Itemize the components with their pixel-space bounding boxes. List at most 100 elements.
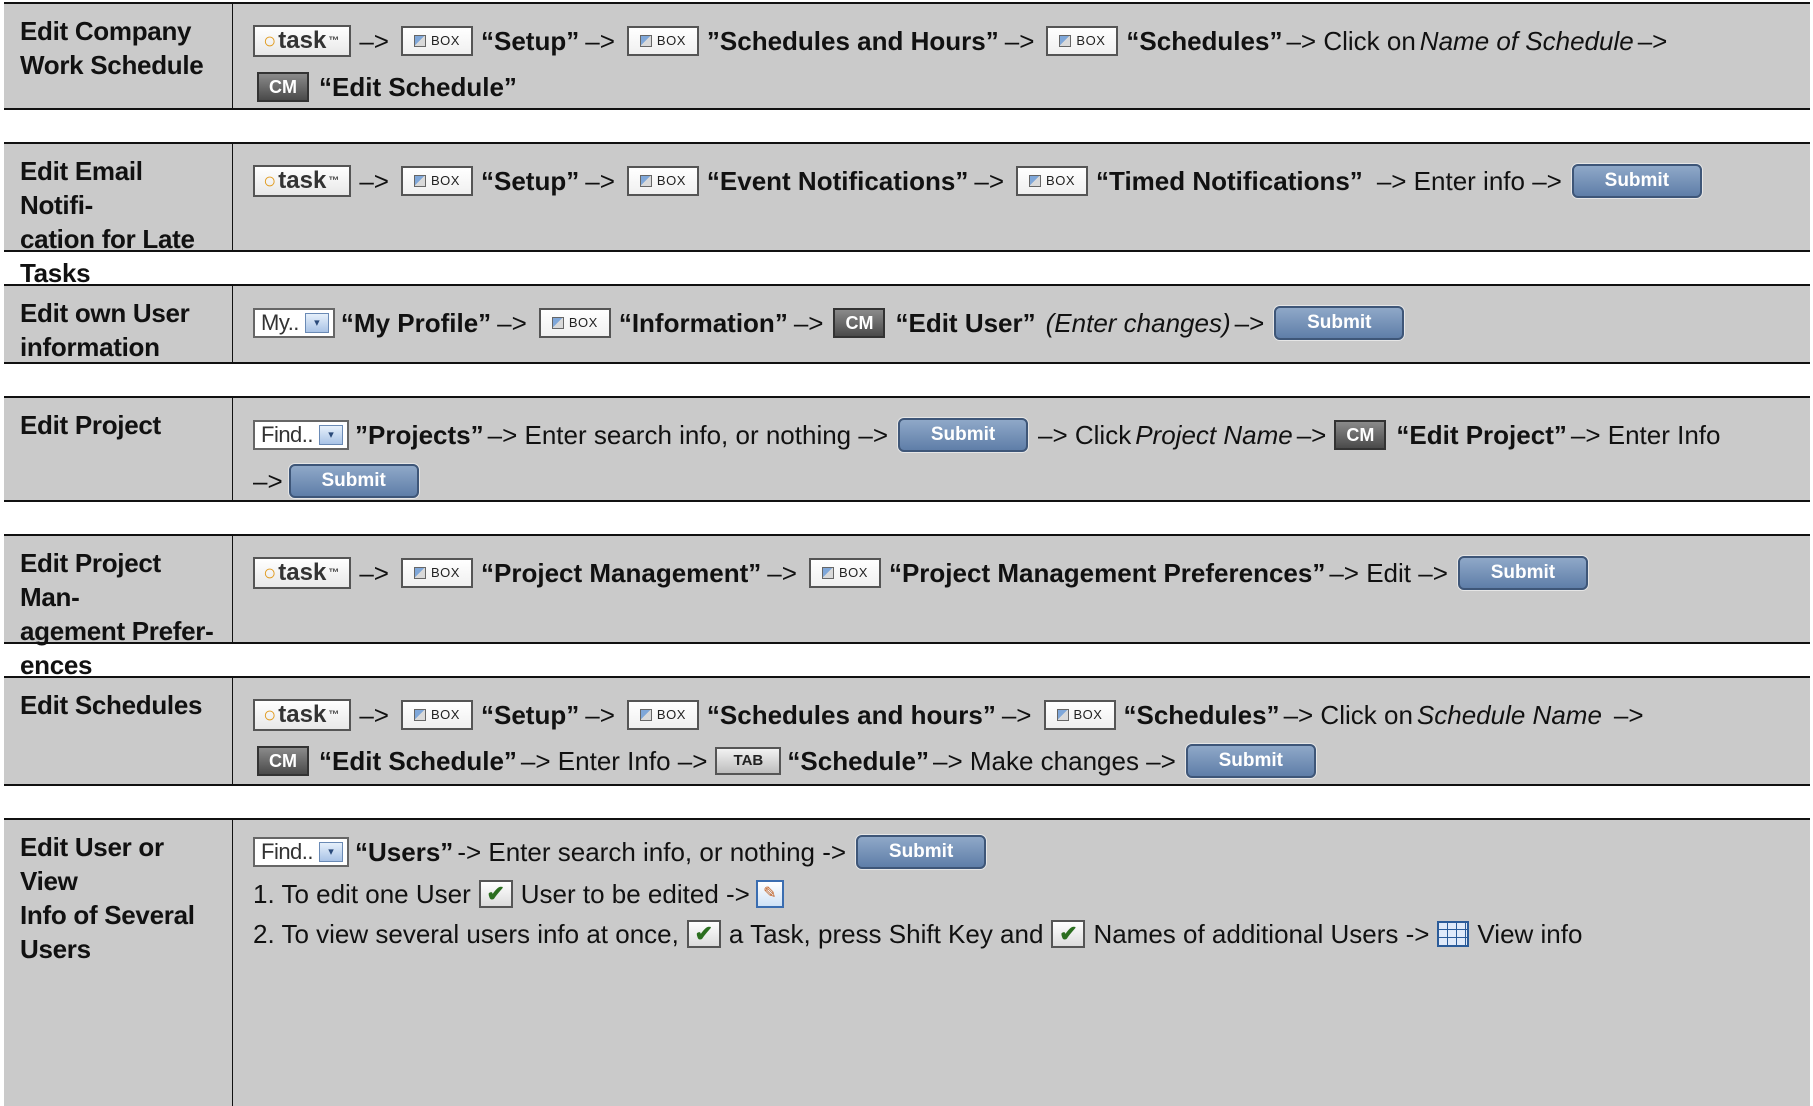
arrow-text: –>: [497, 308, 527, 338]
arrow-text: –>: [585, 700, 615, 730]
box-icon[interactable]: BOX: [1046, 26, 1119, 56]
dropdown-arrow-icon: ▾: [304, 313, 329, 333]
entry-label: Edit User or View Info of Several Users: [4, 820, 233, 1106]
step-text: View info: [1477, 919, 1583, 949]
step-text: –>: [253, 466, 283, 496]
path-item: “Event Notifications”: [706, 166, 969, 196]
arrow-text: –>: [359, 26, 389, 56]
entry-steps: My.. ▾ “My Profile” –> BOX “Information” …: [233, 286, 1810, 362]
checkbox-icon[interactable]: ✔: [478, 880, 513, 908]
submit-button[interactable]: Submit: [288, 464, 419, 498]
entry-edit-schedules: Edit Schedules ○ task ™ –> BOX “Setup” –> …: [4, 676, 1810, 786]
find-dropdown[interactable]: Find.. ▾: [253, 420, 350, 450]
entry-label-line: Edit Project: [20, 410, 161, 440]
task-button-icon[interactable]: ○ task ™: [253, 25, 352, 57]
arrow-text: –>: [1004, 26, 1035, 56]
entry-label-line: Edit Email Notifi-: [20, 156, 143, 220]
steps-line: ○ task ™ –> BOX “Project Management” –> BO…: [253, 548, 1798, 598]
entry-label: Edit Project: [4, 398, 233, 500]
cm-icon[interactable]: CM: [1334, 420, 1387, 450]
box-icon[interactable]: BOX: [1016, 166, 1089, 196]
entry-label-line: Work Schedule: [20, 50, 204, 80]
box-icon[interactable]: BOX: [401, 558, 473, 588]
path-item: “Edit User”: [895, 308, 1036, 338]
step-text: –> Enter search info, or nothing –>: [487, 420, 889, 450]
path-item: “Schedules and hours”: [706, 700, 996, 730]
arrow-text: –>: [585, 26, 615, 56]
steps-line: Find.. ▾ ”Projects” –> Enter search info,…: [253, 410, 1798, 460]
path-item: “Setup”: [481, 166, 580, 196]
entry-label: Edit Company Work Schedule: [4, 4, 233, 108]
find-dropdown[interactable]: Find.. ▾: [253, 837, 350, 867]
box-icon[interactable]: BOX: [538, 308, 611, 338]
entry-edit-project-management-preferences: Edit Project Man- agement Prefer- ences …: [4, 534, 1810, 680]
submit-button[interactable]: Submit: [898, 418, 1029, 452]
box-icon[interactable]: BOX: [401, 700, 473, 730]
checkbox-icon[interactable]: ✔: [1051, 920, 1086, 948]
path-item: ”Projects”: [355, 420, 484, 450]
my-dropdown[interactable]: My.. ▾: [253, 308, 335, 338]
submit-button[interactable]: Submit: [1185, 744, 1316, 778]
entry-edit-company-work-schedule: Edit Company Work Schedule ○ task ™ –> BOX…: [4, 2, 1810, 110]
cm-icon[interactable]: CM: [257, 746, 309, 776]
steps-line: CM “Edit Schedule”: [253, 62, 1798, 112]
tab-icon[interactable]: TAB: [715, 747, 782, 775]
task-button-icon[interactable]: ○ task ™: [253, 557, 352, 589]
box-icon[interactable]: BOX: [626, 166, 699, 196]
steps-line: CM “Edit Schedule” –> Enter Info –> TAB …: [253, 736, 1798, 786]
step-text: –> Click: [1038, 420, 1132, 450]
entry-label-line: Edit User or View: [20, 832, 164, 896]
arrow-text: –>: [359, 558, 389, 588]
box-icon[interactable]: BOX: [808, 558, 881, 588]
path-item: “Schedule”: [787, 746, 929, 776]
arrow-text: –>: [585, 166, 615, 196]
box-icon[interactable]: BOX: [401, 166, 473, 196]
steps-line: Find.. ▾ “Users” -> Enter search info, or…: [253, 830, 1798, 874]
steps-line: 1. To edit one User ✔ User to be edited …: [253, 874, 1798, 914]
step-text: –> Click on: [1286, 26, 1416, 56]
submit-button[interactable]: Submit: [1457, 556, 1588, 590]
step-text: –>: [1613, 700, 1644, 730]
submit-button[interactable]: Submit: [856, 835, 987, 869]
submit-button[interactable]: Submit: [1274, 306, 1405, 340]
steps-line: My.. ▾ “My Profile” –> BOX “Information” …: [253, 298, 1798, 348]
path-item: “Edit Project”: [1396, 420, 1567, 450]
entry-steps: Find.. ▾ “Users” -> Enter search info, or…: [233, 820, 1810, 1106]
step-text: –> Enter Info: [1570, 420, 1721, 450]
path-item: “Setup”: [481, 26, 580, 56]
entry-steps: ○ task ™ –> BOX “Setup” –> BOX “Event Noti…: [233, 144, 1810, 250]
view-grid-icon[interactable]: [1437, 921, 1470, 947]
entry-label-line: information: [20, 332, 160, 362]
cm-icon[interactable]: CM: [833, 308, 886, 338]
box-icon[interactable]: BOX: [626, 26, 699, 56]
cm-icon[interactable]: CM: [257, 72, 309, 102]
steps-line: ○ task ™ –> BOX “Setup” –> BOX “Schedules …: [253, 690, 1798, 740]
arrow-text: –>: [974, 166, 1005, 196]
checkbox-icon[interactable]: ✔: [686, 920, 721, 948]
step-text: –> Make changes –>: [932, 746, 1176, 776]
edit-icon[interactable]: ✎: [755, 880, 784, 908]
entry-label-line: cation for Late: [20, 224, 195, 254]
box-icon[interactable]: BOX: [1043, 700, 1116, 730]
step-text: –>: [1234, 308, 1265, 338]
path-item: “Project Management”: [481, 558, 762, 588]
path-item: “Project Management Preferences”: [888, 558, 1326, 588]
steps-line: 2. To view several users info at once, ✔…: [253, 914, 1798, 954]
instruction-table: Edit Company Work Schedule ○ task ™ –> BOX…: [0, 0, 1813, 1106]
arrow-text: –>: [1001, 700, 1032, 730]
entry-edit-email-notification: Edit Email Notifi- cation for Late Tasks…: [4, 142, 1810, 288]
entry-steps: ○ task ™ –> BOX “Setup” –> BOX ”Schedules …: [233, 4, 1810, 108]
step-italic: (Enter changes): [1045, 308, 1231, 338]
task-button-icon[interactable]: ○ task ™: [253, 165, 352, 197]
task-button-icon[interactable]: ○ task ™: [253, 699, 352, 731]
dropdown-arrow-icon: ▾: [319, 425, 344, 445]
entry-steps: ○ task ™ –> BOX “Setup” –> BOX “Schedules …: [233, 678, 1810, 784]
entry-steps: ○ task ™ –> BOX “Project Management” –> BO…: [233, 536, 1810, 642]
entry-label: Edit Schedules: [4, 678, 233, 784]
path-item: “Schedules”: [1126, 26, 1283, 56]
entry-label: Edit Email Notifi- cation for Late Tasks: [4, 144, 233, 288]
box-icon[interactable]: BOX: [401, 26, 473, 56]
box-icon[interactable]: BOX: [626, 700, 699, 730]
submit-button[interactable]: Submit: [1571, 164, 1702, 198]
entry-label: Edit own User information: [4, 286, 233, 362]
